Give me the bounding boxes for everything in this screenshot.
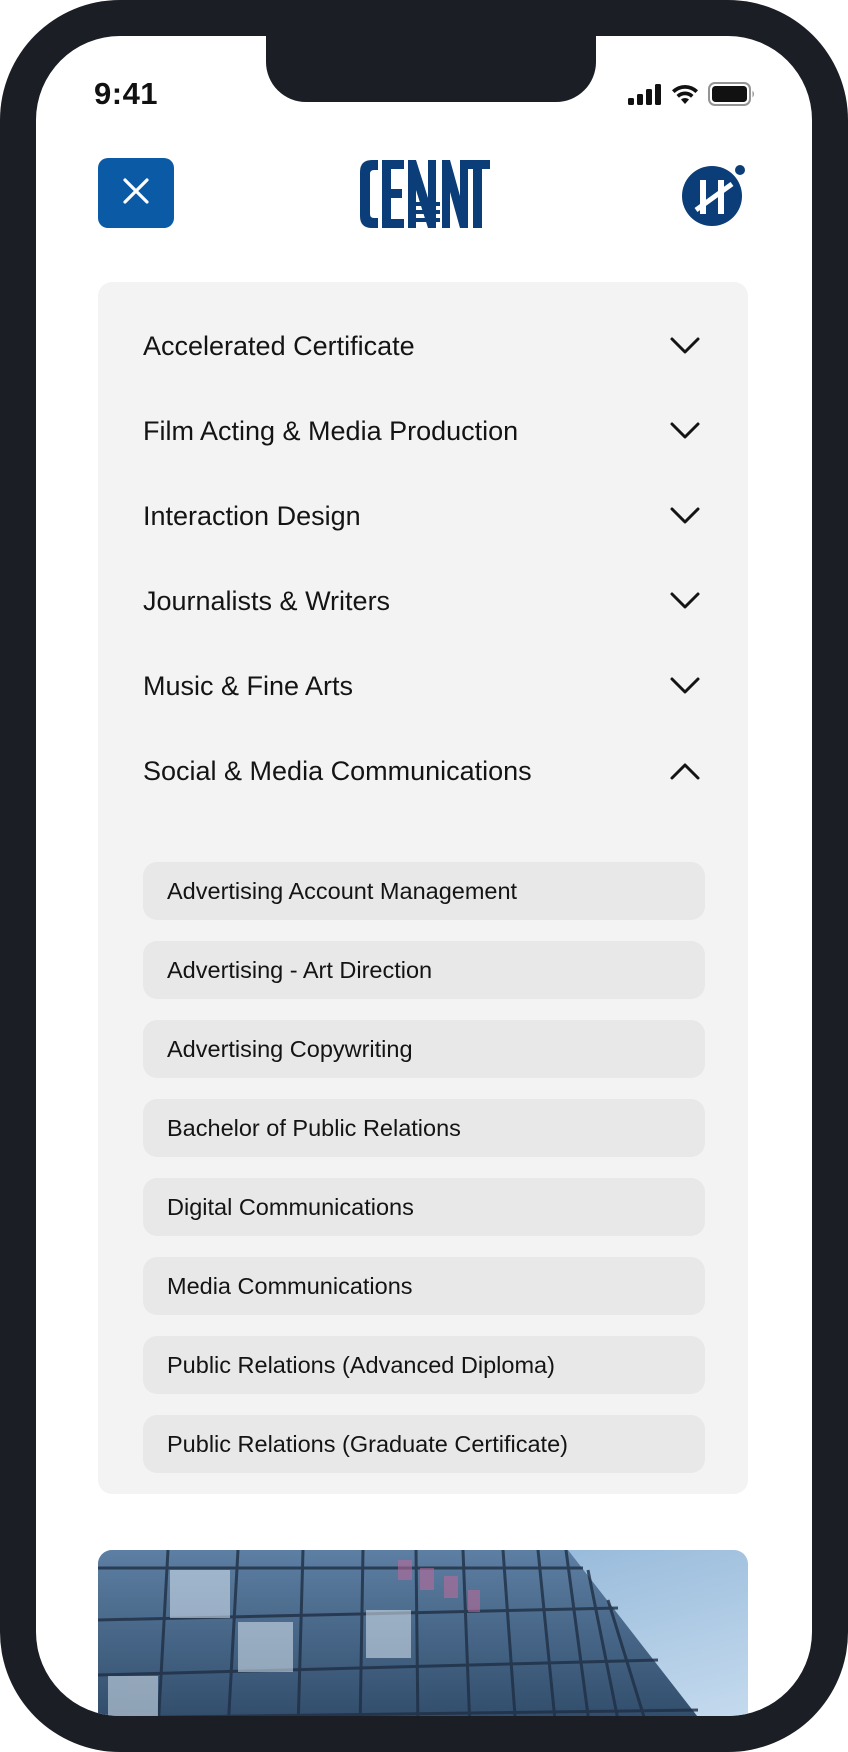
category-interaction-design[interactable]: Interaction Design	[143, 486, 703, 546]
chevron-down-icon	[667, 413, 703, 449]
phone-screen: 9:41 Accelerated Certificate Film Acting…	[36, 36, 812, 1716]
centennial-logo[interactable]	[358, 158, 490, 230]
subitem-label: Digital Communications	[167, 1193, 414, 1220]
campus-building-photo	[98, 1550, 748, 1716]
status-time: 9:41	[94, 76, 159, 111]
subitem-label: Public Relations (Graduate Certificate)	[167, 1430, 568, 1457]
subitem-label: Bachelor of Public Relations	[167, 1114, 461, 1141]
wifi-icon	[670, 83, 700, 110]
category-accelerated-certificate[interactable]: Accelerated Certificate	[143, 316, 703, 376]
profile-logo-icon	[680, 165, 748, 232]
subitem-public-relations-advanced-diploma[interactable]: Public Relations (Advanced Diploma)	[143, 1336, 705, 1394]
subitem-public-relations-graduate-certificate[interactable]: Public Relations (Graduate Certificate)	[143, 1415, 705, 1473]
battery-icon	[708, 82, 756, 111]
category-label: Accelerated Certificate	[143, 330, 415, 361]
phone-frame: 9:41 Accelerated Certificate Film Acting…	[0, 0, 848, 1752]
chevron-down-icon	[667, 668, 703, 704]
category-label: Journalists & Writers	[143, 585, 391, 616]
category-label: Social & Media Communications	[143, 755, 532, 786]
profile-button[interactable]	[680, 160, 748, 228]
status-icons	[628, 82, 756, 111]
subitem-label: Media Communications	[167, 1272, 413, 1299]
close-icon	[121, 176, 151, 211]
chevron-down-icon	[667, 328, 703, 364]
program-menu: Accelerated Certificate Film Acting & Me…	[98, 282, 748, 1494]
subitem-label: Advertising Copywriting	[167, 1035, 413, 1062]
category-label: Music & Fine Arts	[143, 670, 354, 701]
category-social-media-communications[interactable]: Social & Media Communications	[143, 741, 703, 801]
category-film-acting[interactable]: Film Acting & Media Production	[143, 401, 703, 461]
chevron-down-icon	[667, 498, 703, 534]
subitem-bachelor-public-relations[interactable]: Bachelor of Public Relations	[143, 1099, 705, 1157]
subitem-digital-communications[interactable]: Digital Communications	[143, 1178, 705, 1236]
subitem-label: Advertising - Art Direction	[167, 956, 433, 983]
notch	[266, 36, 596, 102]
category-music-fine-arts[interactable]: Music & Fine Arts	[143, 656, 703, 716]
category-label: Interaction Design	[143, 500, 361, 531]
subitem-label: Advertising Account Management	[167, 877, 518, 904]
cellular-signal-icon	[628, 83, 662, 110]
app-header	[36, 158, 812, 232]
close-menu-button[interactable]	[98, 158, 174, 228]
chevron-down-icon	[667, 583, 703, 619]
subitem-advertising-art-direction[interactable]: Advertising - Art Direction	[143, 941, 705, 999]
chevron-up-icon	[667, 753, 703, 789]
subitem-label: Public Relations (Advanced Diploma)	[167, 1351, 555, 1378]
category-label: Film Acting & Media Production	[143, 415, 519, 446]
subitem-advertising-copywriting[interactable]: Advertising Copywriting	[143, 1020, 705, 1078]
category-journalists-writers[interactable]: Journalists & Writers	[143, 571, 703, 631]
subitem-media-communications[interactable]: Media Communications	[143, 1257, 705, 1315]
subitem-advertising-account-management[interactable]: Advertising Account Management	[143, 862, 705, 920]
